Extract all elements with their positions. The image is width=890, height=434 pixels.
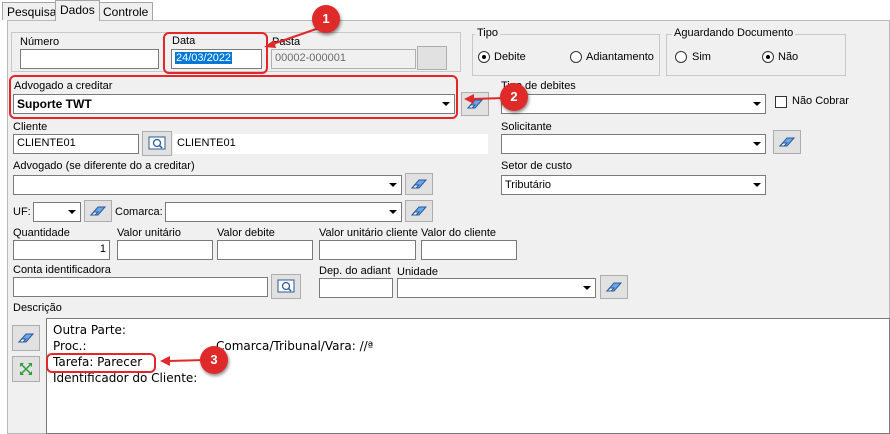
annotation-badge-1: 1 [312, 5, 340, 33]
arrow-1 [269, 26, 323, 46]
annotation-arrows [160, 26, 506, 366]
arrow-2-head [464, 94, 474, 104]
tab-dados[interactable]: Dados [55, 0, 100, 21]
arrow-1-head [264, 40, 276, 48]
annotation-badge-3: 3 [200, 346, 228, 374]
annotation-badge-2: 2 [500, 83, 528, 111]
arrow-3-head [160, 356, 170, 366]
